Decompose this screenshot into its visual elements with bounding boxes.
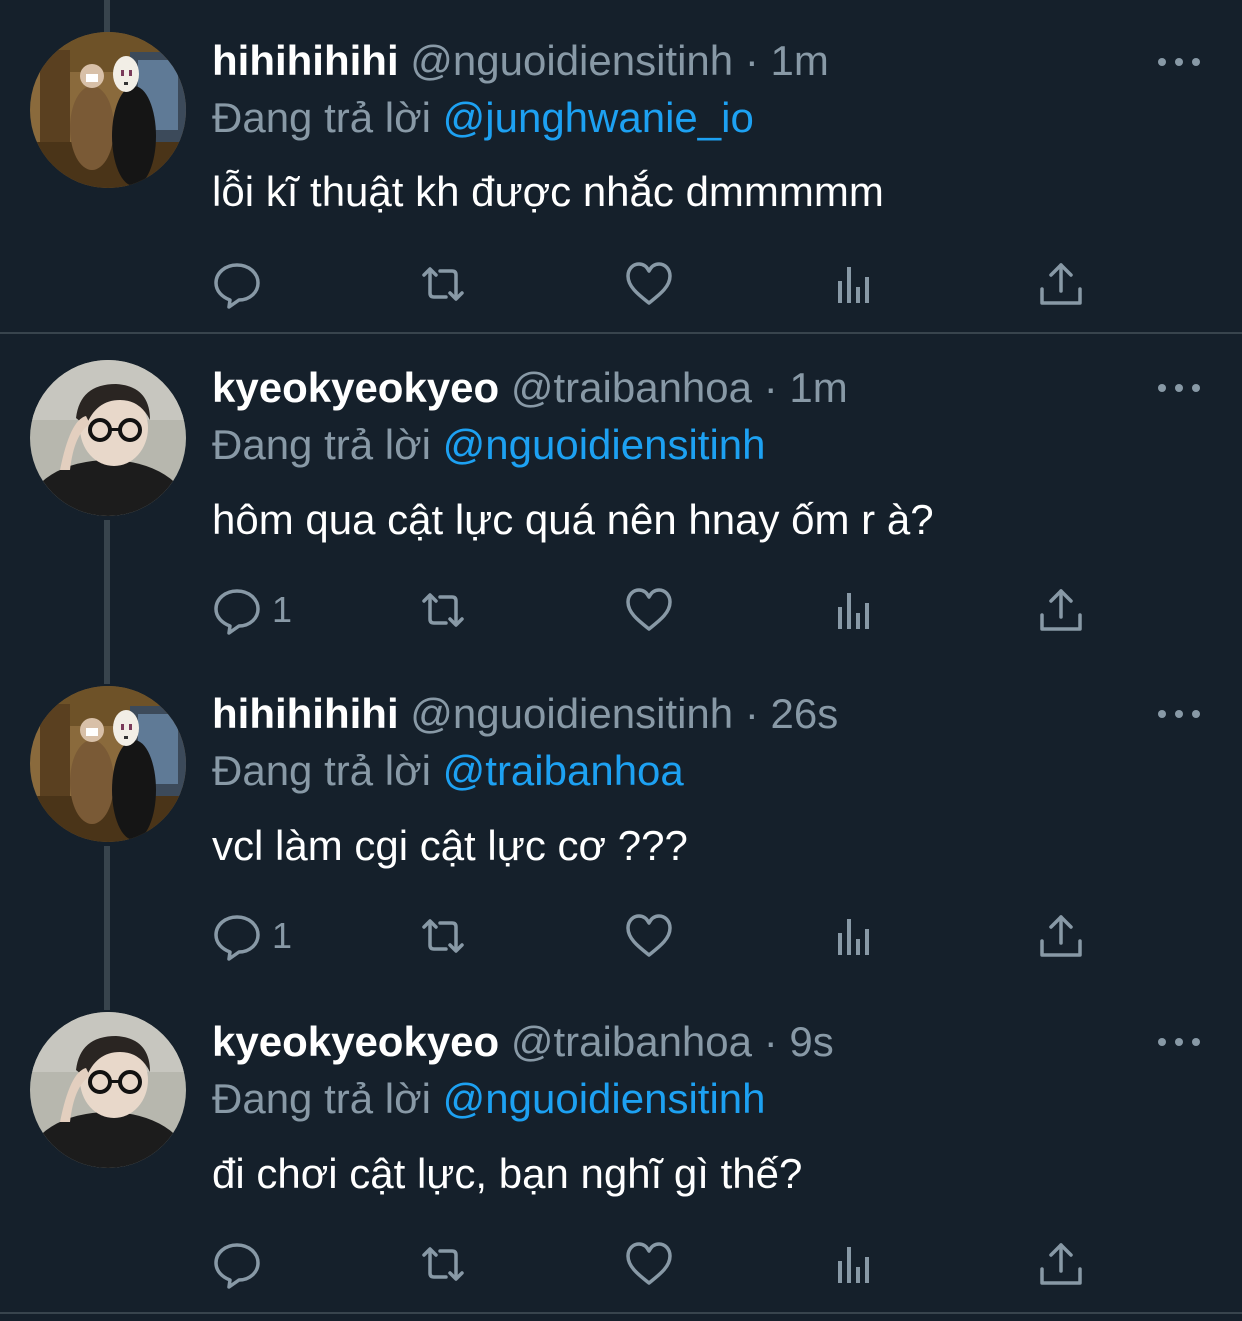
display-name[interactable]: hihihihihi: [212, 690, 399, 737]
like-button[interactable]: [624, 910, 674, 962]
analytics-icon: [838, 593, 869, 629]
glasses-person-avatar-image: [30, 360, 186, 516]
no-face-avatar-image: [30, 32, 186, 188]
replying-to-link[interactable]: @junghwanie_io: [443, 94, 754, 141]
avatar[interactable]: [30, 32, 186, 188]
avatar[interactable]: [30, 686, 186, 842]
reply-icon: [214, 263, 260, 309]
retweet-button[interactable]: [418, 258, 468, 310]
tweet-header: kyeokyeokyeo @traibanhoa · 1m: [212, 360, 848, 416]
like-button[interactable]: [624, 258, 674, 310]
timestamp[interactable]: 1m: [789, 364, 847, 411]
retweet-button[interactable]: [418, 1238, 468, 1290]
like-icon: [626, 1242, 672, 1285]
tweet-text: đi chơi cật lực, bạn nghĩ gì thế?: [212, 1150, 803, 1197]
replying-to-link[interactable]: @nguoidiensitinh: [443, 1075, 766, 1122]
timestamp[interactable]: 26s: [771, 690, 839, 737]
display-name[interactable]: hihihihihi: [212, 37, 399, 84]
like-icon: [626, 914, 672, 957]
separator-dot: ·: [744, 37, 759, 84]
replying-to: Đang trả lời @traibanhoa: [212, 743, 684, 799]
replying-to-label: Đang trả lời: [212, 1075, 431, 1122]
like-icon: [626, 262, 672, 305]
timestamp[interactable]: 1m: [771, 37, 829, 84]
reply-count: 1: [272, 589, 293, 630]
retweet-icon: [422, 919, 464, 953]
more-icon[interactable]: [1158, 376, 1200, 400]
share-button[interactable]: [1036, 258, 1086, 310]
reply-button[interactable]: 1: [212, 584, 292, 636]
tweet[interactable]: hihihihihi @nguoidiensitinh · 26s Đang t…: [0, 660, 1242, 986]
reply-icon: [214, 589, 260, 635]
analytics-button[interactable]: [830, 910, 880, 962]
analytics-icon: [838, 1247, 869, 1283]
retweet-button[interactable]: [418, 584, 468, 636]
replying-to: Đang trả lời @nguoidiensitinh: [212, 417, 766, 473]
tweet-text: lỗi kĩ thuật kh được nhắc dmmmmm: [212, 168, 884, 215]
avatar[interactable]: [30, 1012, 186, 1168]
like-button[interactable]: [624, 584, 674, 636]
retweet-button[interactable]: [418, 910, 468, 962]
replying-to: Đang trả lời @nguoidiensitinh: [212, 1071, 766, 1127]
retweet-icon: [422, 593, 464, 627]
glasses-person-avatar-image: [30, 1012, 186, 1168]
analytics-icon: [838, 919, 869, 955]
share-icon: [1040, 589, 1082, 631]
username[interactable]: @traibanhoa: [511, 1018, 752, 1065]
tweet-header: hihihihihi @nguoidiensitinh · 26s: [212, 686, 838, 742]
analytics-icon: [838, 267, 869, 303]
share-icon: [1040, 1243, 1082, 1285]
analytics-button[interactable]: [830, 1238, 880, 1290]
reply-button[interactable]: 1: [212, 910, 292, 962]
like-button[interactable]: [624, 1238, 674, 1290]
no-face-avatar-image: [30, 686, 186, 842]
reply-icon: [214, 915, 260, 961]
username[interactable]: @traibanhoa: [511, 364, 752, 411]
tweet-header: hihihihihi @nguoidiensitinh · 1m: [212, 33, 829, 89]
share-button[interactable]: [1036, 910, 1086, 962]
display-name[interactable]: kyeokyeokyeo: [212, 1018, 499, 1065]
reply-count: 1: [272, 915, 293, 956]
retweet-icon: [422, 267, 464, 301]
share-button[interactable]: [1036, 584, 1086, 636]
share-icon: [1040, 263, 1082, 305]
separator-dot: ·: [763, 364, 778, 411]
replying-to-link[interactable]: @nguoidiensitinh: [443, 421, 766, 468]
replying-to-label: Đang trả lời: [212, 747, 431, 794]
tweet-divider: [0, 1312, 1242, 1314]
more-icon[interactable]: [1158, 50, 1200, 74]
replying-to-link[interactable]: @traibanhoa: [443, 747, 684, 794]
username[interactable]: @nguoidiensitinh: [410, 690, 733, 737]
analytics-button[interactable]: [830, 584, 880, 636]
tweet-text: vcl làm cgi cật lực cơ ???: [212, 822, 688, 869]
replying-to-label: Đang trả lời: [212, 421, 431, 468]
avatar[interactable]: [30, 360, 186, 516]
more-icon[interactable]: [1158, 1030, 1200, 1054]
replying-to-label: Đang trả lời: [212, 94, 431, 141]
tweet-thread: hihihihihi @nguoidiensitinh · 1m Đang tr…: [0, 0, 1242, 1321]
tweet-text: hôm qua cật lực quá nên hnay ốm r à?: [212, 496, 934, 543]
reply-icon: [214, 1243, 260, 1289]
like-icon: [626, 588, 672, 631]
tweet[interactable]: kyeokyeokyeo @traibanhoa · 1m Đang trả l…: [0, 334, 1242, 660]
reply-button[interactable]: [212, 1238, 272, 1290]
replying-to: Đang trả lời @junghwanie_io: [212, 90, 754, 146]
analytics-button[interactable]: [830, 258, 880, 310]
retweet-icon: [422, 1247, 464, 1281]
share-icon: [1040, 915, 1082, 957]
separator-dot: ·: [744, 690, 759, 737]
separator-dot: ·: [763, 1018, 778, 1065]
username[interactable]: @nguoidiensitinh: [410, 37, 733, 84]
tweet[interactable]: hihihihihi @nguoidiensitinh · 1m Đang tr…: [0, 0, 1242, 332]
share-button[interactable]: [1036, 1238, 1086, 1290]
more-icon[interactable]: [1158, 702, 1200, 726]
tweet-header: kyeokyeokyeo @traibanhoa · 9s: [212, 1014, 834, 1070]
display-name[interactable]: kyeokyeokyeo: [212, 364, 499, 411]
reply-button[interactable]: [212, 258, 272, 310]
timestamp[interactable]: 9s: [789, 1018, 833, 1065]
tweet[interactable]: kyeokyeokyeo @traibanhoa · 9s Đang trả l…: [0, 986, 1242, 1312]
